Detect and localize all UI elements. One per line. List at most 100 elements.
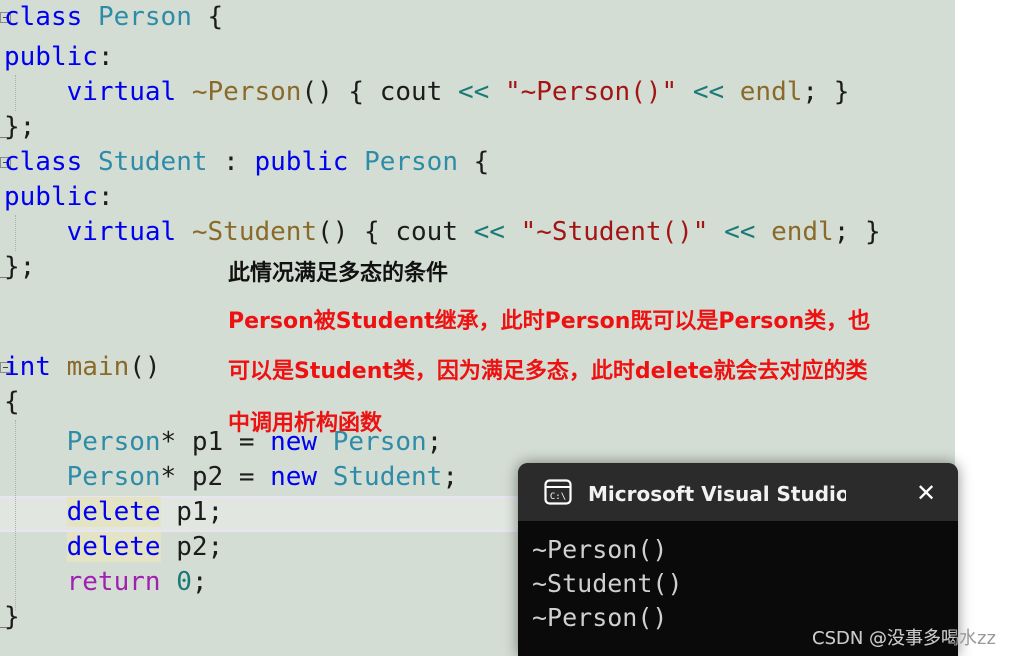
code-line[interactable]: virtual ~Person() { cout << "~Person()" … bbox=[0, 75, 850, 110]
code-token: delete bbox=[66, 532, 161, 562]
code-token: { bbox=[191, 2, 224, 32]
code-token: Person bbox=[364, 147, 458, 177]
code-line[interactable]: { bbox=[0, 385, 20, 420]
close-icon[interactable]: ✕ bbox=[912, 479, 940, 507]
code-token: cout bbox=[379, 77, 443, 107]
code-line[interactable]: class Person { bbox=[0, 0, 223, 35]
code-line[interactable]: int main() bbox=[0, 350, 161, 385]
code-line[interactable]: }; bbox=[0, 250, 35, 285]
code-line[interactable]: delete p2; bbox=[0, 530, 223, 565]
code-token: virtual bbox=[66, 217, 177, 247]
code-token: delete bbox=[66, 497, 161, 527]
code-token: p2; bbox=[160, 532, 224, 562]
code-token: cout bbox=[395, 217, 458, 247]
code-token: { bbox=[4, 387, 20, 417]
annotation-text: Person被Student继承，此时Person既可以是Person类，也 bbox=[228, 309, 871, 334]
code-token: Student bbox=[97, 147, 208, 177]
code-line[interactable]: virtual ~Student() { cout << "~Student()… bbox=[0, 215, 881, 250]
code-token: : bbox=[97, 42, 114, 72]
watermark-text-dark: CSDN @没事多喝水zz bbox=[812, 628, 955, 649]
code-token: }; bbox=[4, 112, 36, 142]
code-token: public bbox=[4, 42, 98, 72]
code-token: ; } bbox=[833, 217, 881, 247]
code-token: { bbox=[457, 147, 490, 177]
code-token: Student bbox=[332, 462, 443, 492]
code-token: }; bbox=[4, 252, 36, 282]
code-token: class bbox=[4, 147, 83, 177]
watermark-overlay-dark: CSDN @没事多喝水zz bbox=[812, 624, 955, 656]
code-line[interactable]: delete p1; bbox=[0, 495, 223, 530]
annotation-text: 此情况满足多态的条件 bbox=[228, 261, 449, 286]
code-token: () { bbox=[317, 217, 396, 247]
code-token: : bbox=[207, 147, 255, 177]
code-token: : bbox=[97, 182, 114, 212]
code-line[interactable]: } bbox=[0, 600, 20, 635]
code-token: 0 bbox=[176, 567, 192, 597]
code-token: () { bbox=[301, 77, 380, 107]
code-line[interactable]: class Student : public Person { bbox=[0, 145, 489, 180]
annotation-text: 中调用析构函数 bbox=[228, 411, 383, 436]
code-token: class bbox=[4, 2, 83, 32]
code-token: << bbox=[692, 77, 725, 107]
code-line[interactable]: public: bbox=[0, 40, 114, 75]
code-token: public bbox=[254, 147, 349, 177]
code-token: "~Person()" bbox=[504, 77, 678, 107]
console-output-line: ~Person() bbox=[532, 535, 668, 564]
code-token: << bbox=[458, 77, 490, 107]
console-output-line: ~Student() bbox=[532, 569, 683, 598]
code-token: p1; bbox=[160, 497, 224, 527]
svg-text:C:\: C:\ bbox=[550, 492, 566, 502]
code-token: Person bbox=[97, 2, 192, 32]
code-token: public bbox=[4, 182, 98, 212]
code-token: << bbox=[724, 217, 756, 247]
code-token: virtual bbox=[66, 77, 177, 107]
code-token: ~Student bbox=[191, 217, 318, 247]
code-line[interactable]: }; bbox=[0, 110, 35, 145]
code-token: } bbox=[4, 602, 20, 632]
code-token: ; bbox=[442, 462, 458, 492]
code-token: Person bbox=[66, 427, 161, 457]
code-line[interactable]: return 0; bbox=[0, 565, 208, 600]
code-token: Person bbox=[66, 462, 161, 492]
code-line[interactable]: Person* p2 = new Student; bbox=[0, 460, 458, 495]
code-token: ~Person bbox=[191, 77, 302, 107]
code-token: endl bbox=[739, 77, 803, 107]
console-titlebar[interactable]: C:\ Microsoft Visual Studio 调试控制台 ✕ bbox=[518, 463, 958, 521]
code-token: << bbox=[473, 217, 505, 247]
code-token: endl bbox=[771, 217, 834, 247]
code-line[interactable] bbox=[0, 285, 4, 320]
annotation-text: 可以是Student类，因为满足多态，此时delete就会去对应的类 bbox=[228, 359, 868, 384]
code-token: new bbox=[270, 462, 318, 492]
code-token: * p2 = bbox=[160, 462, 271, 492]
code-token: ; bbox=[191, 567, 208, 597]
code-token: main bbox=[66, 352, 130, 382]
code-line[interactable]: public: bbox=[0, 180, 114, 215]
code-token: "~Student()" bbox=[520, 217, 709, 247]
code-token: return bbox=[66, 567, 161, 597]
code-token: () bbox=[129, 352, 161, 382]
code-token: int bbox=[4, 352, 51, 382]
console-window-title: Microsoft Visual Studio 调试控制台 bbox=[588, 481, 846, 506]
